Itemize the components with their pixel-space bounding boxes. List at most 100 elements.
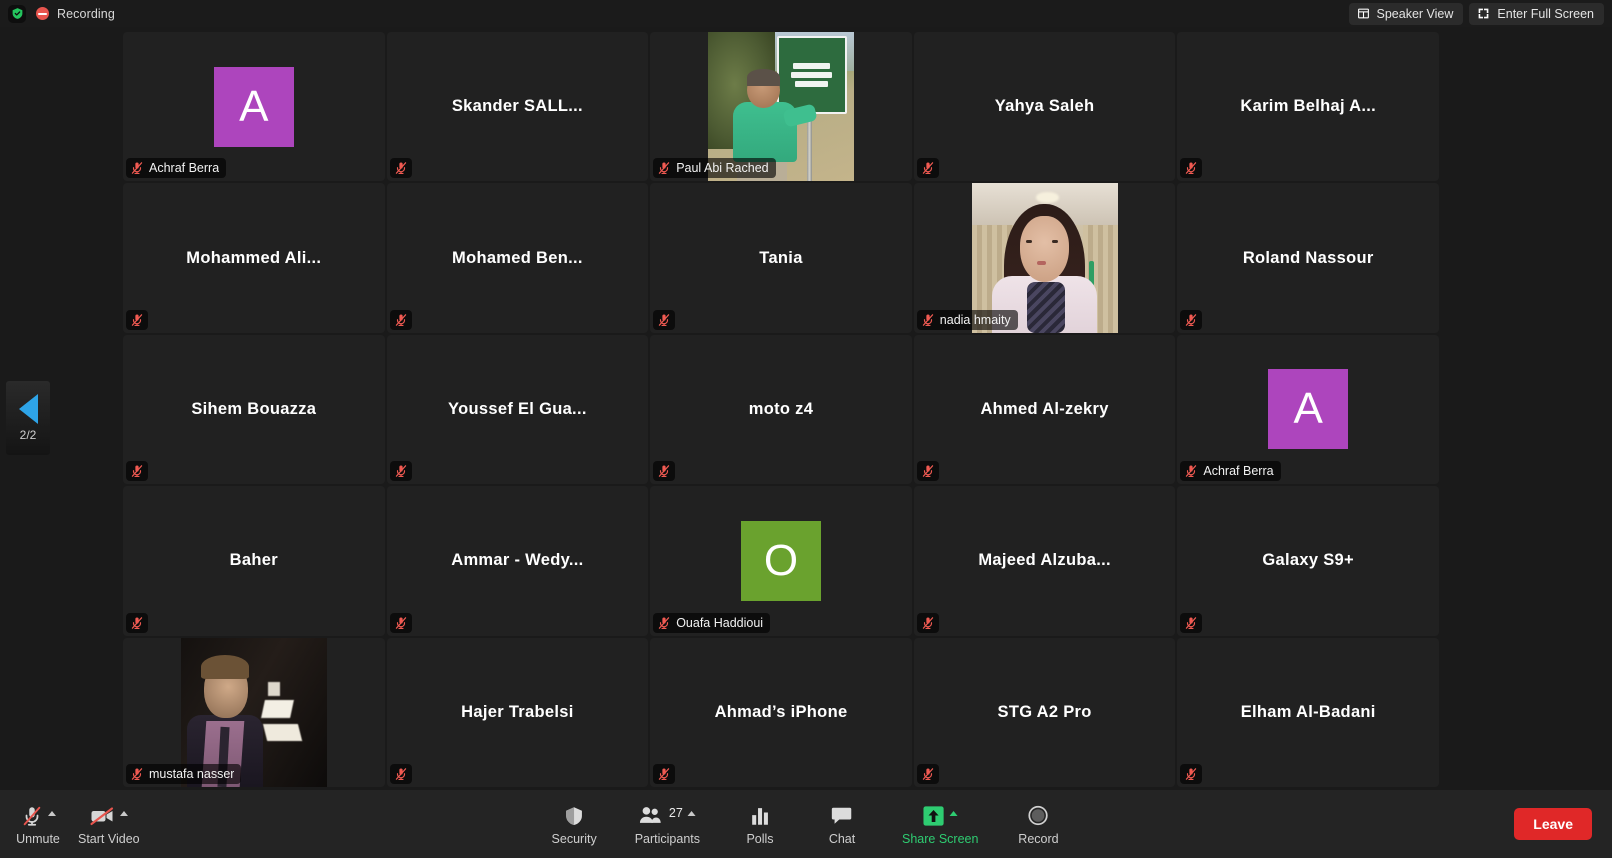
recording-indicator[interactable]: Recording bbox=[36, 7, 115, 21]
video-options-caret-icon[interactable] bbox=[120, 811, 129, 816]
participant-tile[interactable]: Roland Nassour bbox=[1177, 183, 1439, 333]
mic-muted-icon bbox=[21, 804, 43, 828]
share-screen-button[interactable]: Share Screen bbox=[902, 803, 978, 846]
participant-display-name: Galaxy S9+ bbox=[1262, 551, 1354, 570]
participant-tile[interactable]: Paul Abi Rached bbox=[650, 32, 912, 182]
participant-tile[interactable]: Mohamed Ben... bbox=[386, 183, 649, 333]
participant-status-badge bbox=[916, 763, 939, 784]
participants-button[interactable]: 27 Participants bbox=[635, 803, 700, 846]
participant-tile[interactable]: Skander SALL... bbox=[386, 32, 649, 182]
participant-display-name: STG A2 Pro bbox=[997, 702, 1092, 721]
mic-muted-icon bbox=[657, 161, 671, 175]
participant-badge-name: Achraf Berra bbox=[1203, 464, 1274, 479]
participant-tile[interactable]: Ahmed Al-zekry bbox=[913, 334, 1176, 485]
mic-muted-icon bbox=[657, 313, 671, 327]
mic-muted-icon bbox=[1184, 313, 1198, 327]
mic-muted-icon bbox=[1184, 767, 1198, 781]
participant-badge-name: mustafa nasser bbox=[149, 766, 235, 781]
mic-muted-icon bbox=[394, 313, 408, 327]
participant-tile[interactable]: Hajer Trabelsi bbox=[386, 637, 649, 787]
participants-label: Participants bbox=[634, 831, 701, 846]
chat-button[interactable]: Chat bbox=[820, 803, 864, 846]
full-screen-label: Enter Full Screen bbox=[1497, 6, 1594, 21]
gallery-view: 2/2 A Achraf Berra Skander SALL... Paul … bbox=[0, 27, 1612, 790]
participant-tile[interactable]: moto z4 bbox=[650, 334, 912, 485]
mic-muted-icon bbox=[394, 161, 408, 175]
participant-badge-name: nadia hmaity bbox=[939, 312, 1011, 327]
participant-display-name: Ammar - Wedy... bbox=[451, 551, 584, 570]
participant-status-badge: Ouafa Haddioui bbox=[653, 612, 771, 633]
mic-muted-icon bbox=[921, 767, 935, 781]
unmute-button[interactable]: Unmute bbox=[16, 803, 60, 846]
speech-bubble-icon bbox=[831, 805, 853, 826]
participants-caret-icon[interactable] bbox=[687, 811, 696, 816]
participant-status-badge bbox=[1180, 763, 1203, 784]
mic-muted-icon bbox=[921, 616, 935, 630]
participant-tile[interactable]: Youssef El Gua... bbox=[386, 334, 649, 485]
participant-tile[interactable]: Majeed Alzuba... bbox=[913, 486, 1176, 636]
participant-status-badge bbox=[916, 158, 939, 179]
participant-status-badge bbox=[126, 309, 148, 330]
recording-stop-icon[interactable] bbox=[36, 7, 49, 20]
participant-status-badge bbox=[1180, 612, 1203, 633]
leave-button[interactable]: Leave bbox=[1514, 808, 1592, 840]
speaker-view-button[interactable]: Speaker View bbox=[1348, 2, 1464, 25]
participant-display-name: Elham Al-Badani bbox=[1240, 702, 1376, 721]
people-icon bbox=[639, 805, 663, 826]
mic-muted-icon bbox=[130, 161, 144, 175]
participant-display-name: Tania bbox=[759, 248, 803, 267]
avatar-initial: A bbox=[239, 81, 269, 131]
participant-tile[interactable]: Tania bbox=[650, 183, 912, 333]
shield-check-icon[interactable] bbox=[8, 4, 26, 23]
page-indicator: 2/2 bbox=[19, 428, 37, 442]
polls-button[interactable]: Polls bbox=[738, 803, 782, 846]
mic-muted-icon bbox=[394, 767, 408, 781]
participant-avatar: A bbox=[1268, 369, 1349, 450]
speaker-view-label: Speaker View bbox=[1376, 6, 1454, 21]
record-circle-icon bbox=[1028, 805, 1049, 826]
participant-tile[interactable]: Karim Belhaj A... bbox=[1177, 32, 1439, 182]
mic-muted-icon bbox=[130, 767, 144, 781]
audio-options-caret-icon[interactable] bbox=[47, 811, 56, 816]
participants-count: 27 bbox=[668, 806, 683, 820]
mic-muted-icon bbox=[130, 616, 144, 630]
participant-tile[interactable]: A Achraf Berra bbox=[1177, 334, 1439, 485]
share-options-caret-icon[interactable] bbox=[949, 811, 958, 816]
participant-status-badge: Achraf Berra bbox=[1180, 461, 1281, 482]
participant-display-name: Hajer Trabelsi bbox=[461, 702, 574, 721]
participant-tile[interactable]: Mohammed Ali... bbox=[123, 183, 385, 333]
participant-status-badge: nadia hmaity bbox=[916, 309, 1018, 330]
participant-tile[interactable]: STG A2 Pro bbox=[913, 637, 1176, 787]
participant-tile[interactable]: Galaxy S9+ bbox=[1177, 486, 1439, 636]
participant-avatar: O bbox=[740, 520, 821, 601]
previous-page-button[interactable]: 2/2 bbox=[6, 381, 50, 455]
participant-tile[interactable]: Ahmad’s iPhone bbox=[650, 637, 912, 787]
participant-tile[interactable]: mustafa nasser bbox=[123, 637, 385, 787]
participant-status-badge bbox=[126, 612, 148, 633]
participant-tile[interactable]: nadia hmaity bbox=[913, 183, 1176, 333]
participant-tile[interactable]: Yahya Saleh bbox=[913, 32, 1176, 182]
top-bar-right: Speaker View Enter Full Screen bbox=[1348, 0, 1612, 27]
participant-tile[interactable]: Baher bbox=[123, 486, 385, 636]
participant-tile[interactable]: O Ouafa Haddioui bbox=[650, 486, 912, 636]
toolbar-left-group: Unmute Start Video bbox=[0, 803, 140, 846]
record-button[interactable]: Record bbox=[1016, 803, 1060, 846]
start-video-label: Start Video bbox=[78, 831, 140, 846]
participant-display-name: Skander SALL... bbox=[451, 97, 583, 116]
avatar-initial: O bbox=[763, 535, 799, 585]
start-video-button[interactable]: Start Video bbox=[78, 803, 140, 846]
enter-full-screen-button[interactable]: Enter Full Screen bbox=[1469, 2, 1604, 25]
participant-display-name: Youssef El Gua... bbox=[448, 399, 587, 418]
security-button[interactable]: Security bbox=[552, 803, 597, 846]
participant-tile[interactable]: Sihem Bouazza bbox=[123, 334, 385, 485]
mic-muted-icon bbox=[657, 616, 671, 630]
participant-tile[interactable]: Elham Al-Badani bbox=[1177, 637, 1439, 787]
meeting-toolbar: Unmute Start Video Security 27 Participa… bbox=[0, 790, 1612, 858]
mic-muted-icon bbox=[921, 313, 935, 327]
participant-display-name: Ahmad’s iPhone bbox=[714, 702, 848, 721]
participant-tile[interactable]: Ammar - Wedy... bbox=[386, 486, 649, 636]
participant-status-badge bbox=[389, 612, 412, 633]
participant-status-badge: mustafa nasser bbox=[126, 763, 242, 784]
participant-status-badge bbox=[653, 763, 676, 784]
participant-tile[interactable]: A Achraf Berra bbox=[123, 32, 385, 182]
